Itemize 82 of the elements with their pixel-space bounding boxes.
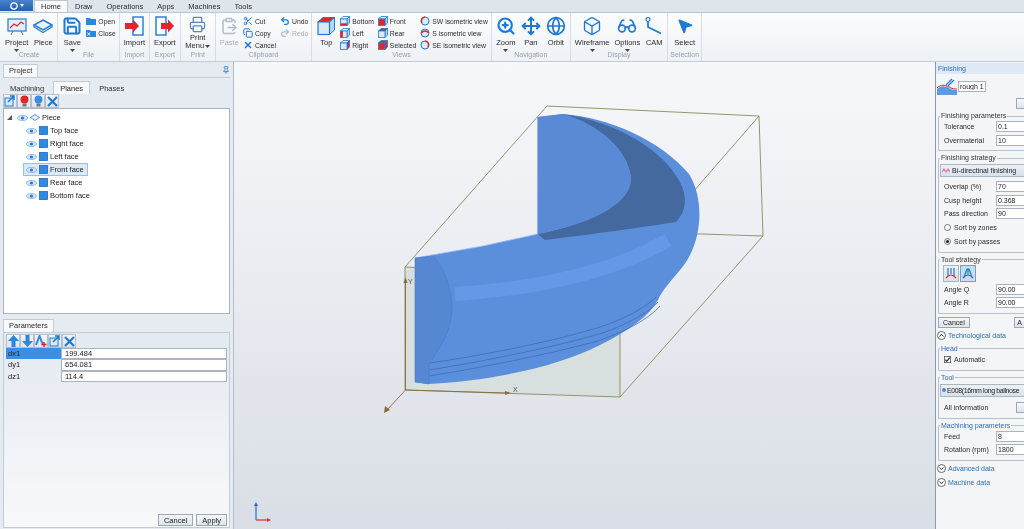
toolbar-button[interactable] xyxy=(6,334,20,348)
eye-icon xyxy=(26,192,37,199)
globe-icon xyxy=(545,16,566,36)
zoom-icon xyxy=(495,16,516,36)
cube-icon xyxy=(377,40,388,50)
cross-icon xyxy=(242,40,253,50)
tool-strategy-button[interactable] xyxy=(960,264,976,282)
plate-icon xyxy=(30,114,40,121)
wave-icon xyxy=(942,168,950,173)
square-icon xyxy=(39,178,48,187)
arrow-out-of-document-icon xyxy=(154,16,175,36)
rotation-circle-icon xyxy=(420,16,431,26)
tool-axis-icon xyxy=(945,267,957,279)
panel-button[interactable] xyxy=(1016,98,1024,109)
square-icon xyxy=(39,191,48,200)
square-icon xyxy=(39,139,48,148)
ring-icon xyxy=(9,1,18,10)
axis-triad-icon xyxy=(254,502,271,522)
wireframe-cube-icon xyxy=(582,16,603,36)
toolbar-button[interactable] xyxy=(45,94,59,108)
cube-icon xyxy=(377,16,388,26)
eye-icon xyxy=(26,153,37,160)
rotation-circle-icon xyxy=(420,40,431,50)
square-icon xyxy=(39,152,48,161)
save-icon xyxy=(62,16,83,36)
arrow-document-icon xyxy=(4,95,16,107)
bulb-icon xyxy=(33,95,43,107)
arrow-into-document-icon xyxy=(124,16,145,36)
z-axis-arrow xyxy=(384,389,406,413)
cube-icon xyxy=(340,40,351,50)
eye-icon xyxy=(26,140,37,147)
surface-tool-icon xyxy=(937,77,957,95)
square-icon xyxy=(39,165,48,174)
cube-icon xyxy=(377,28,388,38)
chart-board-icon xyxy=(6,17,27,35)
copy-icon xyxy=(242,28,253,38)
cube-icon xyxy=(340,16,351,26)
bulb-icon xyxy=(19,95,29,107)
eye-icon xyxy=(26,127,37,134)
tool-strategy-button[interactable] xyxy=(943,264,959,282)
cube-icon xyxy=(340,28,351,38)
toolbar-button[interactable] xyxy=(17,94,31,108)
toolbar-button[interactable] xyxy=(62,334,76,348)
printer-icon xyxy=(189,16,207,33)
pin-icon[interactable] xyxy=(222,66,230,74)
arrow-down-icon xyxy=(21,335,33,347)
bent-line-icon xyxy=(645,17,664,35)
undo-icon xyxy=(280,16,291,26)
move-arrows-icon xyxy=(520,16,541,36)
cross-icon xyxy=(46,95,58,107)
radio-button[interactable] xyxy=(944,238,951,245)
rotation-circle-icon xyxy=(420,28,431,38)
redo-icon xyxy=(280,28,291,38)
cube-icon xyxy=(316,16,337,36)
arrow-up-icon xyxy=(7,335,19,347)
plate-icon xyxy=(33,18,54,34)
eye-icon xyxy=(26,166,37,173)
folder-icon xyxy=(86,17,97,25)
glasses-icon xyxy=(617,16,638,36)
arrow-document-icon xyxy=(49,335,61,347)
radio-button[interactable] xyxy=(944,224,951,231)
caret-icon xyxy=(19,4,24,7)
cross-icon xyxy=(63,335,75,347)
toolbar-button[interactable] xyxy=(34,334,48,348)
app-menu-button[interactable] xyxy=(0,0,33,11)
folder-cross-icon xyxy=(86,29,97,37)
panel-button[interactable] xyxy=(1016,401,1024,413)
toolbar-button[interactable] xyxy=(3,94,17,108)
expand-triangle-icon[interactable] xyxy=(7,115,12,120)
pointer-icon xyxy=(675,17,694,35)
toolbar-button[interactable] xyxy=(48,334,62,348)
checkbox[interactable] xyxy=(944,356,951,363)
tool-axis-icon xyxy=(962,267,974,279)
clipboard-icon xyxy=(220,17,239,35)
toolbar-button[interactable] xyxy=(20,334,34,348)
chevron-plus-icon xyxy=(35,335,47,347)
eye-icon xyxy=(17,114,28,121)
square-icon xyxy=(39,126,48,135)
eye-icon xyxy=(26,179,37,186)
dot-icon xyxy=(942,388,946,392)
toolbar-button[interactable] xyxy=(31,94,45,108)
scissors-icon xyxy=(242,16,253,26)
